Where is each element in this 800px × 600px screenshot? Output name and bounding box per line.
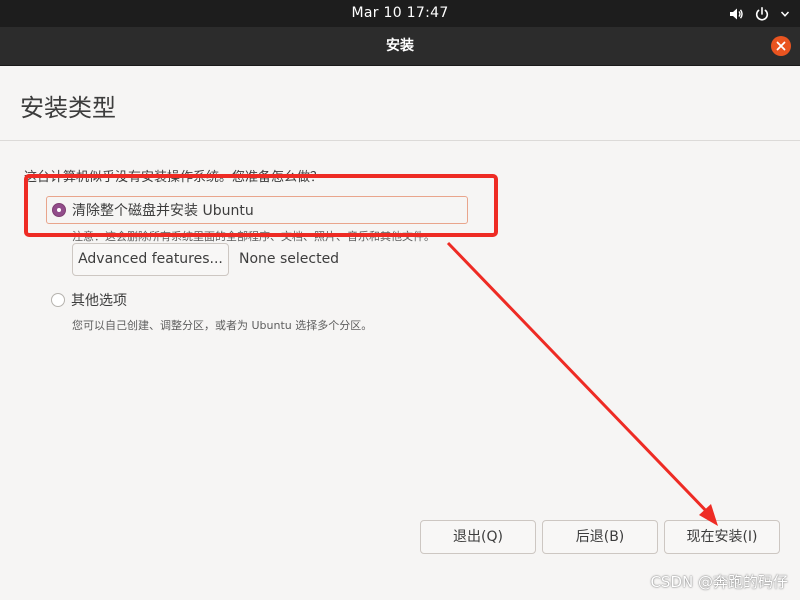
- divider: [0, 140, 800, 141]
- watermark: CSDN @奔跑的码仔: [650, 573, 788, 591]
- close-button[interactable]: [771, 36, 791, 56]
- erase-disk-option[interactable]: 清除整个磁盘并安装 Ubuntu: [46, 196, 468, 224]
- something-else-label: 其他选项: [71, 293, 127, 309]
- advanced-features-status: None selected: [239, 251, 340, 267]
- quit-button[interactable]: 退出(Q): [420, 520, 536, 554]
- clock[interactable]: Mar 10 17:47: [0, 0, 800, 27]
- window-titlebar: 安装: [0, 27, 800, 66]
- something-else-description: 您可以自己创建、调整分区，或者为 Ubuntu 选择多个分区。: [72, 319, 373, 332]
- something-else-radio[interactable]: [51, 293, 65, 307]
- erase-disk-warning: 注意：这会删除所有系统里面的全部程序、文档、照片、音乐和其他文件。: [72, 230, 435, 243]
- something-else-option[interactable]: 其他选项: [51, 290, 127, 310]
- chevron-down-icon: [780, 10, 790, 17]
- top-bar: Mar 10 17:47: [0, 0, 800, 27]
- install-now-button[interactable]: 现在安装(I): [664, 520, 780, 554]
- install-question: 这台计算机似乎没有安装操作系统。您准备怎么做？: [24, 170, 324, 185]
- close-icon: [776, 41, 786, 51]
- erase-disk-label: 清除整个磁盘并安装 Ubuntu: [72, 203, 254, 219]
- erase-disk-radio[interactable]: [52, 203, 66, 217]
- system-tray[interactable]: [728, 4, 790, 23]
- back-button[interactable]: 后退(B): [542, 520, 658, 554]
- page-title: 安装类型: [20, 94, 116, 122]
- advanced-features-button[interactable]: Advanced features...: [72, 243, 229, 276]
- arrow-line: [446, 241, 714, 519]
- window-title: 安装: [386, 38, 414, 54]
- power-icon: [755, 6, 769, 21]
- volume-icon: [730, 8, 743, 19]
